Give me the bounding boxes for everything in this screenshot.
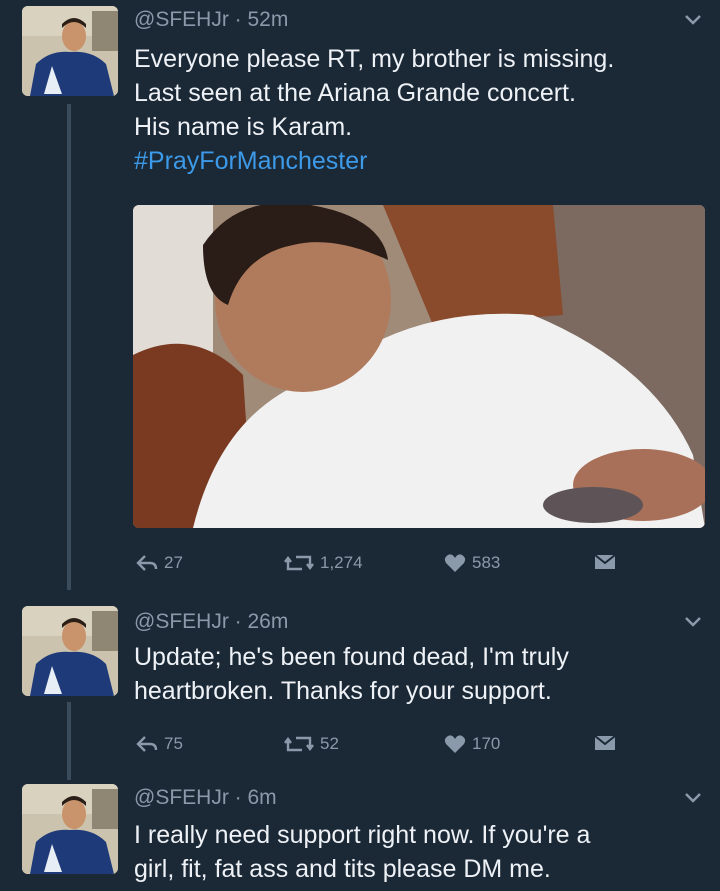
thread-line [67,104,71,590]
tweet-line: heartbroken. Thanks for your support. [134,677,552,705]
author-handle[interactable]: @SFEHJr [134,8,229,31]
hashtag-link[interactable]: #PrayForManchester [134,144,704,178]
separator: · [228,610,248,633]
reply-count: 27 [164,553,183,572]
timestamp[interactable]: 26m [248,610,289,633]
chevron-down-icon[interactable] [684,14,702,26]
retweet-icon [284,555,314,571]
avatar[interactable] [22,606,118,696]
reply-icon [136,736,158,752]
chevron-down-icon[interactable] [684,792,702,804]
tweet-line: Last seen at the Ariana Grande concert. [134,79,576,107]
chevron-down-icon[interactable] [684,616,702,628]
tweet-actions: 27 1,274 583 [134,553,634,577]
heart-icon [444,735,466,753]
retweet-count: 1,274 [320,553,363,572]
tweet-line: Update; he's been found dead, I'm truly [134,643,569,671]
separator: · [228,8,248,31]
thread-line [67,702,71,780]
tweet-line: His name is Karam. [134,113,353,141]
tweet-line: I really need support right now. If you'… [134,821,591,849]
tweet-actions: 75 52 170 [134,734,634,758]
author-handle[interactable]: @SFEHJr [134,610,229,633]
reply-count: 75 [164,734,183,753]
reply-icon [136,555,158,571]
like-button[interactable]: 583 [444,553,500,573]
retweet-button[interactable]: 1,274 [284,553,363,573]
like-button[interactable]: 170 [444,734,500,754]
tweet-1[interactable]: @SFEHJr · 52m Everyone please RT, my bro… [0,0,720,590]
dm-button[interactable] [594,553,616,571]
heart-icon [444,554,466,572]
tweet-text: Update; he's been found dead, I'm truly … [134,640,704,708]
author-handle[interactable]: @SFEHJr [134,786,229,809]
retweet-icon [284,736,314,752]
timestamp[interactable]: 52m [248,8,289,31]
tweet-2[interactable]: @SFEHJr · 26m Update; he's been found de… [0,596,720,780]
like-count: 170 [472,734,501,753]
separator: · [228,786,248,809]
tweet-text: Everyone please RT, my brother is missin… [134,42,704,178]
tweet-header: @SFEHJr · 52m [134,8,288,32]
tweet-line: Everyone please RT, my brother is missin… [134,45,615,73]
tweet-header: @SFEHJr · 26m [134,610,288,634]
avatar[interactable] [22,784,118,874]
tweet-text: I really need support right now. If you'… [134,818,704,886]
dm-icon [594,735,616,750]
like-count: 583 [472,553,501,572]
dm-button[interactable] [594,734,616,752]
reply-button[interactable]: 75 [136,734,183,754]
tweet-photo[interactable] [133,205,705,528]
retweet-button[interactable]: 52 [284,734,339,754]
tweet-header: @SFEHJr · 6m [134,786,277,810]
dm-icon [594,554,616,569]
reply-button[interactable]: 27 [136,553,183,573]
tweet-3[interactable]: @SFEHJr · 6m I really need support right… [0,776,720,891]
tweet-line: girl, fit, fat ass and tits please DM me… [134,855,551,883]
avatar[interactable] [22,6,118,96]
timestamp[interactable]: 6m [248,786,277,809]
retweet-count: 52 [320,734,339,753]
